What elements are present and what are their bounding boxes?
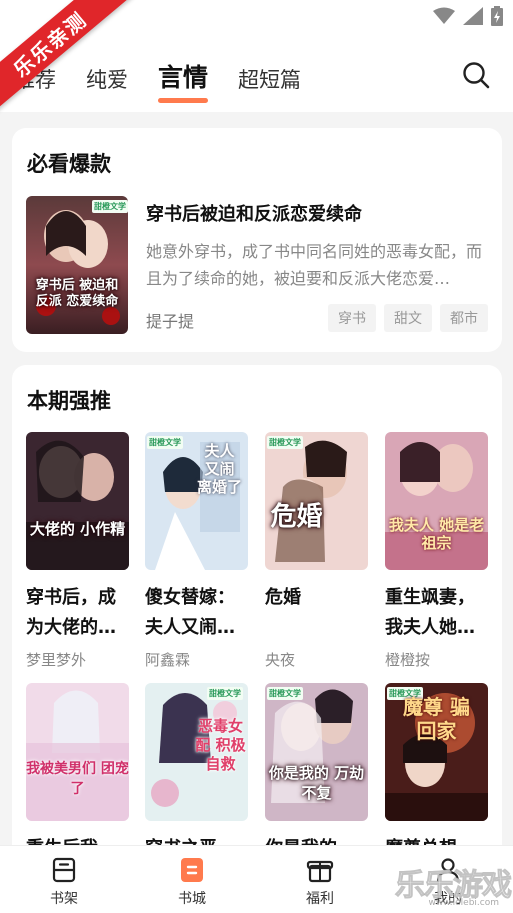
tab-pure-love[interactable]: 纯爱 [86, 58, 128, 94]
status-icons [433, 6, 503, 26]
section-title: 必看爆款 [27, 152, 111, 176]
cover-title: 你是我的 万劫不复 [268, 764, 365, 802]
nav-label: 书城 [178, 891, 206, 907]
search-icon[interactable] [461, 60, 491, 90]
nav-label: 我的 [434, 891, 462, 907]
book-cover: 我夫人 她是老祖宗 [385, 432, 488, 570]
cover-title: 我夫人 她是老祖宗 [388, 516, 485, 552]
book-title: 危婚 [265, 587, 301, 608]
book-cover: 甜橙文学 魔尊 骗回家 [385, 683, 488, 821]
profile-icon [434, 856, 462, 884]
publisher-badge: 甜橙文学 [267, 687, 303, 700]
wifi-icon [433, 7, 455, 25]
tab-short-stories[interactable]: 超短篇 [238, 58, 301, 94]
book-title: 傻女替嫁：夫人又闹… [145, 587, 235, 638]
book-cover: 大佬的 小作精 [26, 432, 129, 570]
section-title: 本期强推 [27, 389, 111, 413]
book-author: 阿鑫霖 [145, 651, 191, 669]
publisher-badge: 甜橙文学 [147, 436, 183, 449]
cover-title: 大佬的 小作精 [29, 520, 126, 538]
book-title: 穿书后，成为大佬的… [26, 587, 116, 638]
nav-label: 书架 [50, 891, 78, 907]
cover-title: 恶毒女配 积极自救 [195, 717, 246, 773]
cover-title: 危婚 [270, 502, 323, 532]
book-author: 央夜 [265, 651, 296, 669]
bottom-nav: 书架 书城 福利 我的 [0, 845, 513, 913]
featured-book-cover[interactable]: 甜橙文学 穿书后 被迫和反派 恋爱续命 [26, 196, 128, 334]
tag[interactable]: 穿书 [328, 304, 376, 332]
nav-bookshelf[interactable]: 书架 [0, 846, 128, 913]
featured-book-author: 提子提 [146, 312, 195, 331]
book-cover: 甜橙文学 恶毒女配 积极自救 [145, 683, 248, 821]
cover-title: 魔尊 骗回家 [403, 695, 470, 743]
bookshelf-icon [50, 856, 78, 884]
nav-bookstore[interactable]: 书城 [128, 846, 256, 913]
signal-icon [463, 7, 483, 25]
book-cover: 甜橙文学 危婚 [265, 432, 368, 570]
book-card[interactable]: 甜橙文学 夫人 又闹 离婚了 傻女替嫁：夫人又闹… 阿鑫霖 [145, 432, 248, 670]
publisher-badge: 甜橙文学 [92, 200, 128, 213]
book-author: 橙橙按 [385, 651, 431, 669]
featured-section: 必看爆款 甜橙文学 穿书后 被迫和反派 恋爱续命 穿书后被迫和反派恋爱续命 她意… [12, 128, 502, 352]
cover-title: 我被美男们 团宠了 [26, 761, 129, 797]
book-cover: 甜橙文学 你是我的 万劫不复 [265, 683, 368, 821]
cover-title: 穿书后 被迫和反派 恋爱续命 [35, 278, 119, 309]
book-cover: 甜橙文学 夫人 又闹 离婚了 [145, 432, 248, 570]
book-cover: 我被美男们 团宠了 [26, 683, 129, 821]
publisher-badge: 甜橙文学 [207, 687, 243, 700]
nav-profile[interactable]: 我的 [384, 846, 512, 913]
publisher-badge: 甜橙文学 [267, 436, 303, 449]
tag[interactable]: 都市 [440, 304, 488, 332]
nav-welfare[interactable]: 福利 [256, 846, 384, 913]
top-nav: 推荐 纯爱 言情 超短篇 [0, 34, 513, 112]
tab-romance[interactable]: 言情 [158, 58, 209, 103]
featured-book-title[interactable]: 穿书后被迫和反派恋爱续命 [146, 200, 362, 226]
bookstore-icon [178, 856, 206, 884]
featured-book-tags: 穿书 甜文 都市 [328, 304, 488, 332]
book-card[interactable]: 甜橙文学 危婚 危婚 央夜 [265, 432, 368, 670]
nav-label: 福利 [306, 891, 334, 907]
book-title: 重生飒妻，我夫人她… [385, 587, 475, 638]
book-author: 梦里梦外 [26, 651, 87, 669]
battery-icon [491, 6, 503, 26]
featured-book-description: 她意外穿书，成了书中同名同姓的恶毒女配，而且为了续命的她，被迫要和反派大佬恋爱… [146, 242, 483, 288]
cover-title: 夫人 又闹 离婚了 [196, 442, 242, 496]
weekly-picks-section: 本期强推 大佬的 小作精 穿书后，成为大佬的… 梦里梦外 甜橙文学 夫人 又闹 … [12, 365, 502, 889]
gift-icon [306, 856, 334, 884]
book-card[interactable]: 大佬的 小作精 穿书后，成为大佬的… 梦里梦外 [26, 432, 129, 670]
book-card[interactable]: 我夫人 她是老祖宗 重生飒妻，我夫人她… 橙橙按 [385, 432, 488, 670]
tag[interactable]: 甜文 [384, 304, 432, 332]
